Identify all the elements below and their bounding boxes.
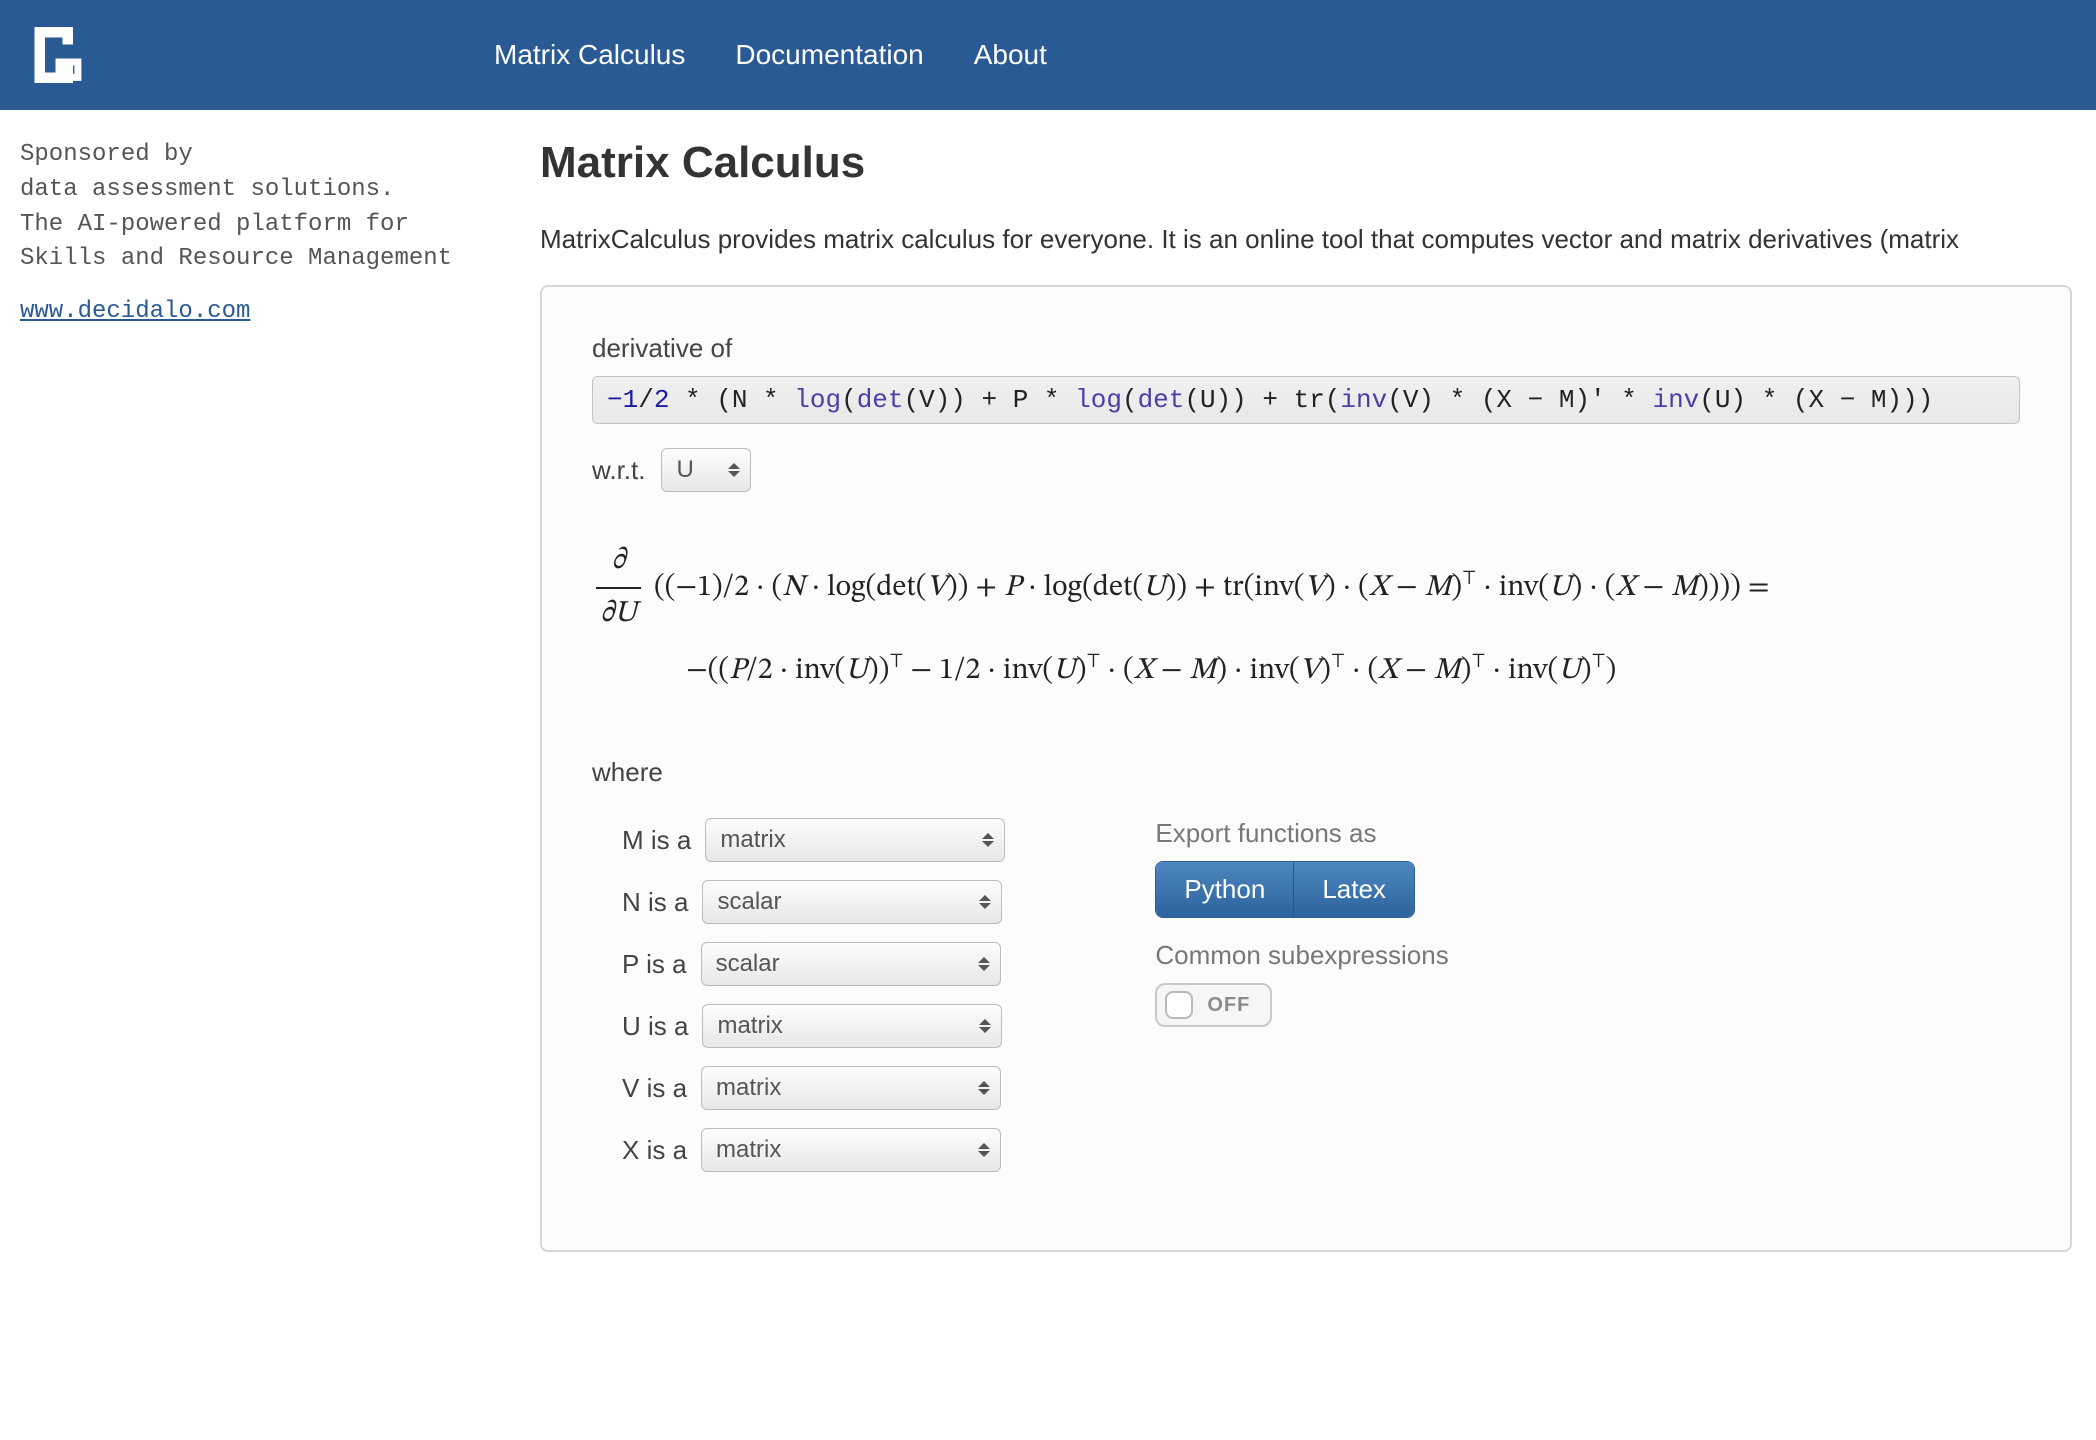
sponsor-line: The AI-powered platform for [20, 208, 480, 243]
wrt-label: w.r.t. [592, 455, 645, 486]
sponsor-line: Skills and Resource Management [20, 242, 480, 277]
export-python-button[interactable]: Python [1156, 862, 1293, 917]
export-label: Export functions as [1155, 818, 1448, 849]
chevron-updown-icon [979, 895, 991, 909]
nav-matrix-calculus[interactable]: Matrix Calculus [494, 39, 685, 71]
calculator-panel: derivative of −1/2 * (N * log(det(V)) + … [540, 285, 2072, 1252]
sponsor-sidebar: Sponsored by data assessment solutions. … [0, 110, 500, 358]
site-logo[interactable] [24, 20, 94, 90]
top-header: Matrix Calculus Documentation About [0, 0, 2096, 110]
chevron-updown-icon [728, 463, 740, 477]
nav-about[interactable]: About [974, 39, 1047, 71]
cse-label: Common subexpressions [1155, 940, 1448, 971]
nav-documentation[interactable]: Documentation [735, 39, 923, 71]
cse-toggle[interactable]: OFF [1155, 983, 1272, 1027]
intro-text: MatrixCalculus provides matrix calculus … [540, 224, 2096, 255]
var-type-select-v[interactable]: matrix [701, 1066, 1001, 1110]
chevron-updown-icon [979, 1019, 991, 1033]
var-type-select-m[interactable]: matrix [705, 818, 1005, 862]
var-type-select-p[interactable]: scalar [701, 942, 1001, 986]
var-row-m: M is a matrix [622, 818, 1005, 862]
var-row-u: U is a matrix [622, 1004, 1005, 1048]
main-nav: Matrix Calculus Documentation About [494, 39, 1047, 71]
var-type-select-n[interactable]: scalar [702, 880, 1002, 924]
partial-numerator: ∂ [596, 536, 641, 589]
export-button-group: Python Latex [1155, 861, 1415, 918]
chevron-updown-icon [982, 833, 994, 847]
export-block: Export functions as Python Latex Common … [1155, 818, 1448, 1027]
chevron-updown-icon [978, 1143, 990, 1157]
sponsor-line: Sponsored by [20, 138, 480, 173]
toggle-knob-icon [1165, 991, 1193, 1019]
wrt-select[interactable]: U [661, 448, 751, 492]
export-latex-button[interactable]: Latex [1293, 862, 1414, 917]
var-type-select-u[interactable]: matrix [702, 1004, 1002, 1048]
var-row-v: V is a matrix [622, 1066, 1005, 1110]
main-content: Matrix Calculus MatrixCalculus provides … [500, 110, 2096, 1252]
var-row-n: N is a scalar [622, 880, 1005, 924]
variable-types: M is a matrix N is a scalar [592, 818, 1005, 1190]
var-type-select-x[interactable]: matrix [701, 1128, 1001, 1172]
toggle-state: OFF [1207, 994, 1250, 1017]
sponsor-link[interactable]: www.decidalo.com [20, 295, 480, 330]
where-label: where [592, 757, 2020, 788]
chevron-updown-icon [978, 1081, 990, 1095]
page-title: Matrix Calculus [540, 138, 2096, 188]
var-row-p: P is a scalar [622, 942, 1005, 986]
expression-input[interactable]: −1/2 * (N * log(det(V)) + P * log(det(U)… [592, 376, 2020, 424]
chevron-updown-icon [978, 957, 990, 971]
var-row-x: X is a matrix [622, 1128, 1005, 1172]
result-display: ∂ ∂U ((−1)/2 · (N · log(det(V)) + P · lo… [592, 536, 2020, 697]
partial-denominator: ∂U [596, 589, 641, 640]
sponsor-line: data assessment solutions. [20, 173, 480, 208]
derivative-of-label: derivative of [592, 333, 2020, 364]
wrt-value: U [676, 456, 693, 484]
